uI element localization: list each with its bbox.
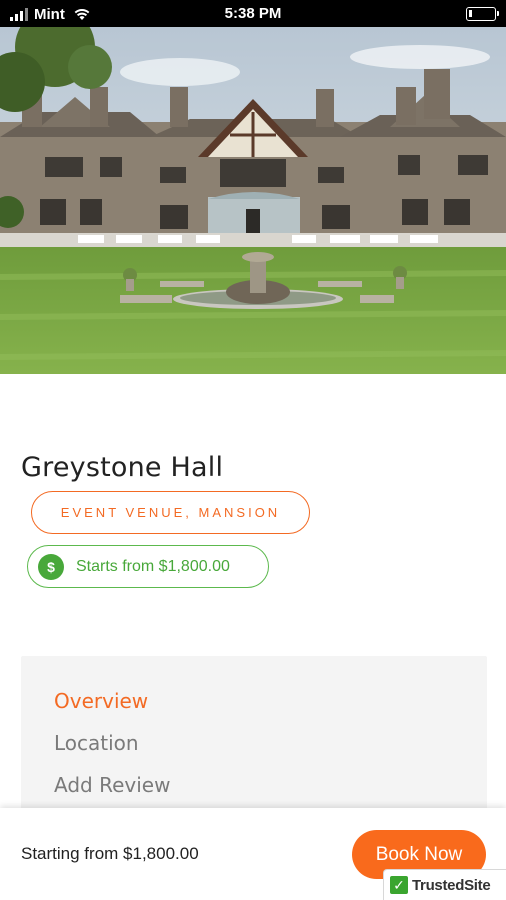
trusted-site-badge[interactable]: ✓ TrustedSite <box>383 869 506 900</box>
price-badge: $ Starts from $1,800.00 <box>27 545 269 588</box>
check-icon: ✓ <box>390 876 408 894</box>
starting-price: Starting from $1,800.00 <box>21 844 199 863</box>
carrier-name: Mint <box>34 5 65 23</box>
category-badge[interactable]: EVENT VENUE, MANSION <box>31 491 310 534</box>
battery-icon <box>466 7 499 21</box>
trusted-site-label: TrustedSite <box>412 876 491 894</box>
status-left: Mint <box>10 5 91 23</box>
price-label: Starts from $1,800.00 <box>76 557 230 575</box>
signal-icon <box>10 7 28 21</box>
venue-title: Greystone Hall <box>21 452 224 483</box>
status-bar: Mint 5:38 PM <box>0 0 506 27</box>
tab-overview[interactable]: Overview <box>54 689 148 713</box>
wifi-icon <box>74 9 90 20</box>
dollar-icon: $ <box>38 553 64 580</box>
venue-tabs-card: Overview Location Add Review <box>21 656 487 816</box>
tab-add-review[interactable]: Add Review <box>54 773 170 797</box>
tab-location[interactable]: Location <box>54 731 139 755</box>
venue-hero-image <box>0 27 506 374</box>
